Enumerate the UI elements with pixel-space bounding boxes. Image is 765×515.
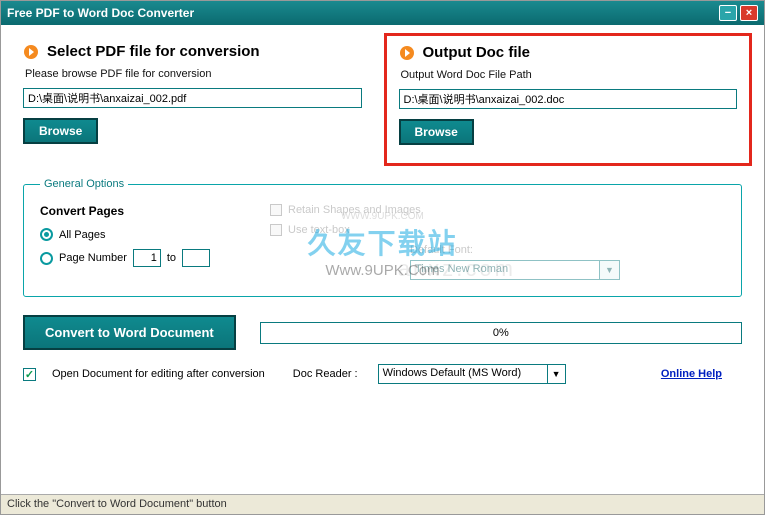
input-pdf-path[interactable]	[23, 88, 362, 108]
convert-button[interactable]: Convert to Word Document	[23, 315, 236, 350]
close-button[interactable]: ×	[740, 5, 758, 21]
chevron-down-icon[interactable]: ▼	[600, 260, 620, 280]
online-help-link[interactable]: Online Help	[661, 368, 722, 380]
options-legend: General Options	[40, 178, 128, 190]
page-from-input[interactable]	[133, 249, 161, 267]
minimize-button[interactable]: −	[719, 5, 737, 21]
disabled-options: Retain Shapes and Images Use text-box De…	[270, 204, 725, 280]
checkbox-icon	[270, 204, 282, 216]
input-section: Select PDF file for conversion Please br…	[23, 43, 362, 166]
output-doc-path[interactable]	[399, 89, 738, 109]
arrow-icon	[23, 44, 39, 60]
status-bar: Click the "Convert to Word Document" but…	[1, 494, 764, 514]
browse-output-button[interactable]: Browse	[399, 119, 474, 145]
progress-bar: 0%	[260, 322, 742, 344]
open-after-checkbox[interactable]: ✓	[23, 368, 36, 381]
output-sublabel: Output Word Doc File Path	[401, 69, 738, 81]
doc-reader-select[interactable]: Windows Default (MS Word) ▼	[378, 364, 566, 384]
chevron-down-icon[interactable]: ▼	[548, 364, 566, 384]
page-to-input[interactable]	[182, 249, 210, 267]
window-title: Free PDF to Word Doc Converter	[7, 6, 194, 20]
doc-reader-label: Doc Reader :	[293, 368, 358, 380]
output-section: Output Doc file Output Word Doc File Pat…	[384, 33, 753, 166]
radio-icon	[40, 252, 53, 265]
input-sublabel: Please browse PDF file for conversion	[25, 68, 362, 80]
open-after-label: Open Document for editing after conversi…	[52, 368, 265, 380]
radio-page-number[interactable]: Page Number to	[40, 249, 240, 267]
general-options-group: General Options Convert Pages All Pages …	[23, 178, 742, 297]
radio-icon	[40, 228, 53, 241]
input-heading: Select PDF file for conversion	[47, 43, 260, 60]
checkbox-icon	[270, 224, 282, 236]
font-select[interactable]: Times New Roman ▼	[410, 260, 725, 280]
radio-all-pages[interactable]: All Pages	[40, 228, 240, 241]
default-font-label: Default Font:	[410, 244, 725, 256]
convert-pages-label: Convert Pages	[40, 204, 240, 218]
arrow-icon	[399, 45, 415, 61]
browse-input-button[interactable]: Browse	[23, 118, 98, 144]
title-bar: Free PDF to Word Doc Converter − ×	[1, 1, 764, 25]
output-heading: Output Doc file	[423, 44, 531, 61]
